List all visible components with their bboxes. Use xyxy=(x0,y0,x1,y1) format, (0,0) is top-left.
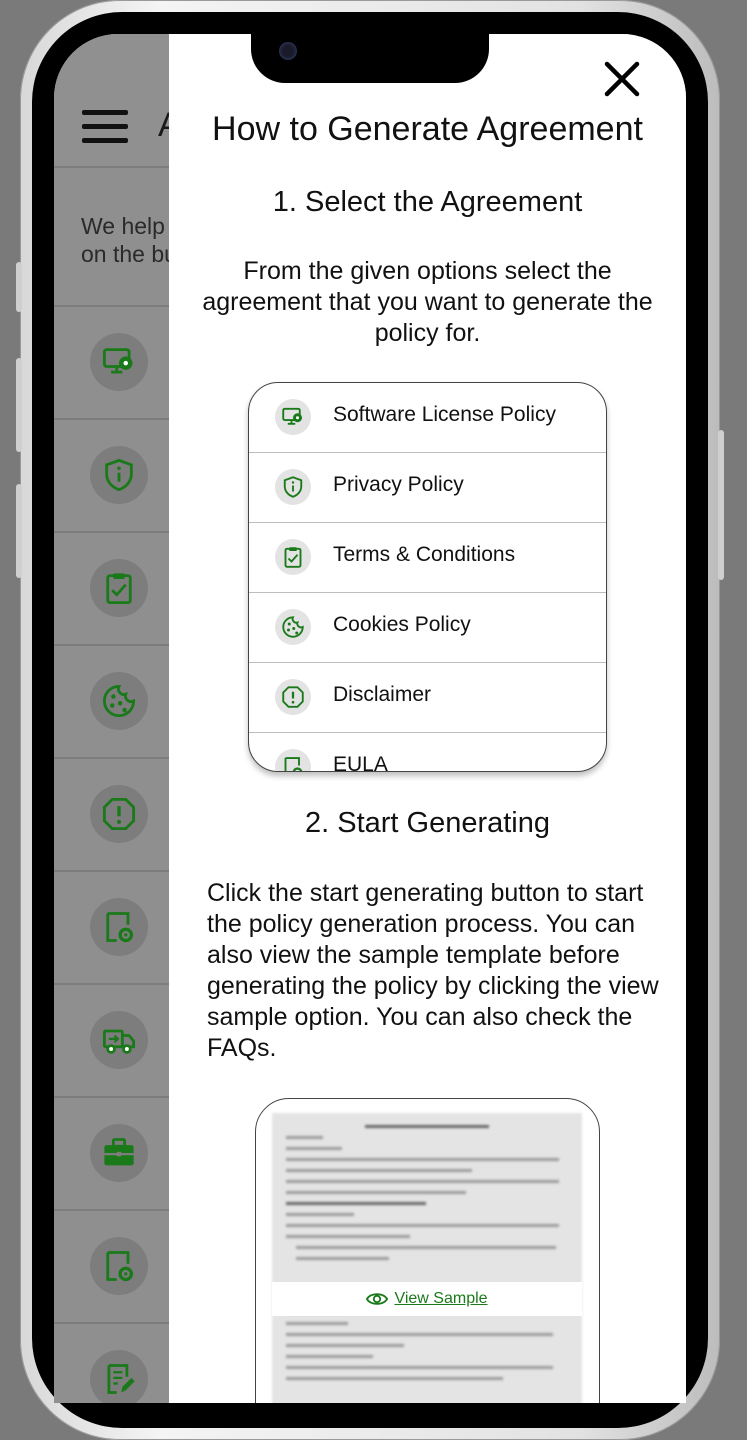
intro-text: We help on the bu xyxy=(81,212,177,268)
doc-gear-icon xyxy=(90,1237,148,1295)
cookie-icon xyxy=(90,672,148,730)
power-button xyxy=(718,430,724,580)
monitor-icon xyxy=(90,333,148,391)
preview-item-label: Cookies Policy xyxy=(333,613,471,636)
clipboard-check-icon xyxy=(90,559,148,617)
preview-item-label: Terms & Conditions xyxy=(333,543,516,566)
view-sample-link[interactable]: View Sample xyxy=(272,1282,582,1316)
shield-icon xyxy=(275,469,311,505)
preview-list-item: Cookies Policy xyxy=(249,593,606,663)
edit-doc-icon xyxy=(90,1350,148,1403)
eye-icon xyxy=(366,1293,389,1305)
close-icon[interactable] xyxy=(599,56,645,102)
truck-icon xyxy=(90,1011,148,1069)
doc-gear-icon xyxy=(275,749,311,771)
alert-octagon-icon xyxy=(275,679,311,715)
step1-description: From the given options select the agreem… xyxy=(202,257,653,347)
preview-list-item: Software License Policy xyxy=(249,383,606,453)
step1-title: 1. Select the Agreement xyxy=(272,186,583,218)
mute-switch xyxy=(16,262,22,312)
intro-line: on the bu xyxy=(81,241,177,267)
alert-octagon-icon xyxy=(90,785,148,843)
preview-item-label: Software License Policy xyxy=(333,403,556,426)
front-camera xyxy=(279,42,297,60)
intro-line: We help xyxy=(81,213,165,239)
blurred-document xyxy=(272,1113,582,1403)
modal-title: How to Generate Agreement xyxy=(212,110,643,148)
briefcase-icon xyxy=(90,1124,148,1182)
preview-list-item: Disclaimer xyxy=(249,663,606,733)
volume-down-button xyxy=(16,484,22,578)
cookie-icon xyxy=(275,609,311,645)
how-to-modal: How to Generate Agreement 1. Select the … xyxy=(169,34,686,1403)
preview-list-item: EULA xyxy=(249,733,606,772)
preview-item-label: Privacy Policy xyxy=(333,473,464,496)
step2-description: Click the start generating button to sta… xyxy=(207,879,659,1062)
sample-preview: View Sample xyxy=(255,1098,600,1403)
preview-list-item: Terms & Conditions xyxy=(249,523,606,593)
volume-up-button xyxy=(16,358,22,452)
menu-icon[interactable] xyxy=(82,110,128,144)
shield-icon xyxy=(90,446,148,504)
monitor-icon xyxy=(275,399,311,435)
step2-title: 2. Start Generating xyxy=(304,807,551,839)
view-sample-label: View Sample xyxy=(394,1290,488,1307)
screen: A We help on the bu How to Generate Agre… xyxy=(54,34,686,1403)
agreement-preview-list: Software License Policy Privacy Policy Ter… xyxy=(248,382,607,772)
preview-item-label: Disclaimer xyxy=(333,683,432,706)
clipboard-check-icon xyxy=(275,539,311,575)
preview-item-label: EULA xyxy=(333,753,388,772)
doc-gear-icon xyxy=(90,898,148,956)
preview-list-item: Privacy Policy xyxy=(249,453,606,523)
